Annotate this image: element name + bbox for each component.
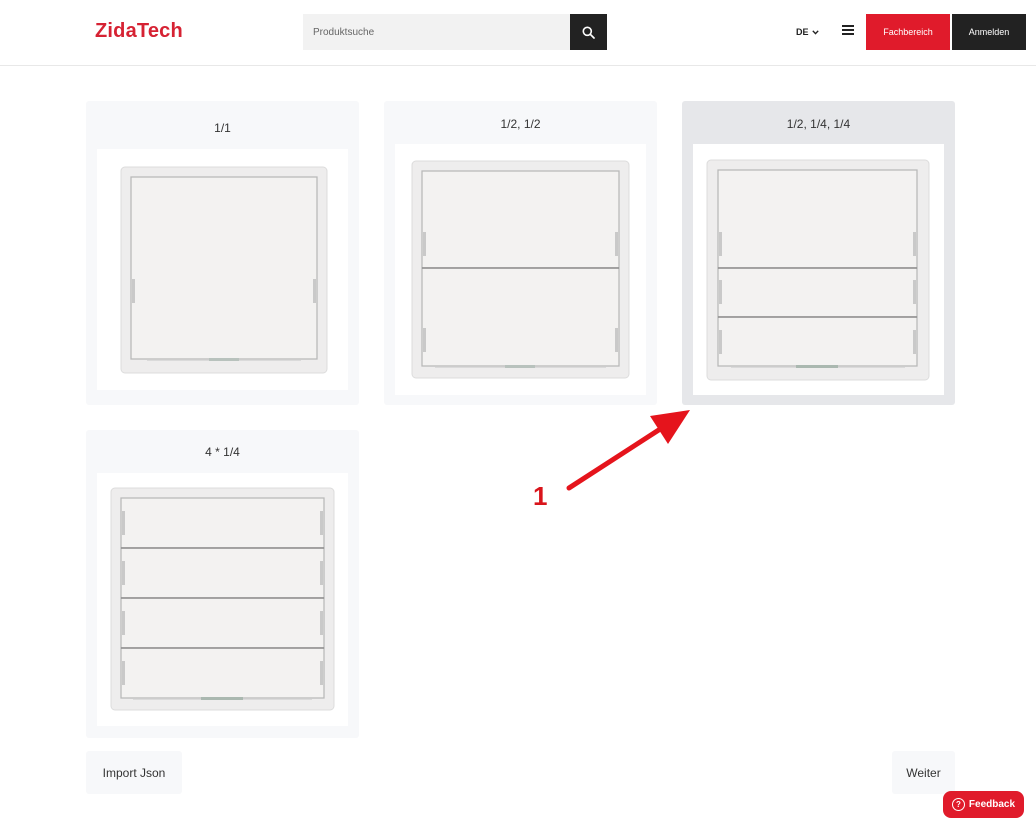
switch-1-rocker-icon	[97, 149, 348, 390]
search-button[interactable]	[570, 14, 607, 50]
weiter-button[interactable]: Weiter	[892, 751, 955, 794]
chevron-down-icon	[811, 29, 819, 35]
import-json-button[interactable]: Import Json	[86, 751, 182, 794]
layout-card-4-1-4[interactable]: 4 * 1/4	[86, 430, 359, 738]
annotation-label: 1	[533, 481, 548, 511]
card-title: 1/2, 1/4, 1/4	[786, 117, 851, 131]
switch-3-rocker-icon	[693, 144, 944, 395]
card-title: 1/1	[214, 121, 231, 135]
layout-card-1-1[interactable]: 1/1	[86, 101, 359, 405]
logo[interactable]: ZidaTech	[95, 20, 183, 43]
feedback-button[interactable]: ? Feedback	[943, 791, 1024, 818]
layout-card-1-2-1-4-1-4[interactable]: 1/2, 1/4, 1/4	[682, 101, 955, 405]
help-circle-icon: ?	[951, 798, 965, 811]
switch-4-rocker-icon	[97, 473, 348, 726]
language-selector[interactable]: DE	[796, 27, 819, 37]
feedback-label: Feedback	[968, 799, 1016, 810]
search-icon	[582, 26, 595, 39]
search-input[interactable]	[303, 14, 570, 50]
fachbereich-button[interactable]: Fachbereich	[866, 14, 950, 50]
card-title: 1/2, 1/2	[500, 117, 541, 131]
language-label: DE	[796, 27, 809, 37]
anmelden-button[interactable]: Anmelden	[952, 14, 1026, 50]
switch-2-rocker-icon	[395, 144, 646, 395]
hamburger-menu-icon[interactable]	[842, 25, 854, 35]
card-title: 4 * 1/4	[205, 445, 240, 459]
layout-card-1-2-1-2[interactable]: 1/2, 1/2	[384, 101, 657, 405]
header: ZidaTech DE Fachbereich Anmelden	[0, 0, 1036, 66]
